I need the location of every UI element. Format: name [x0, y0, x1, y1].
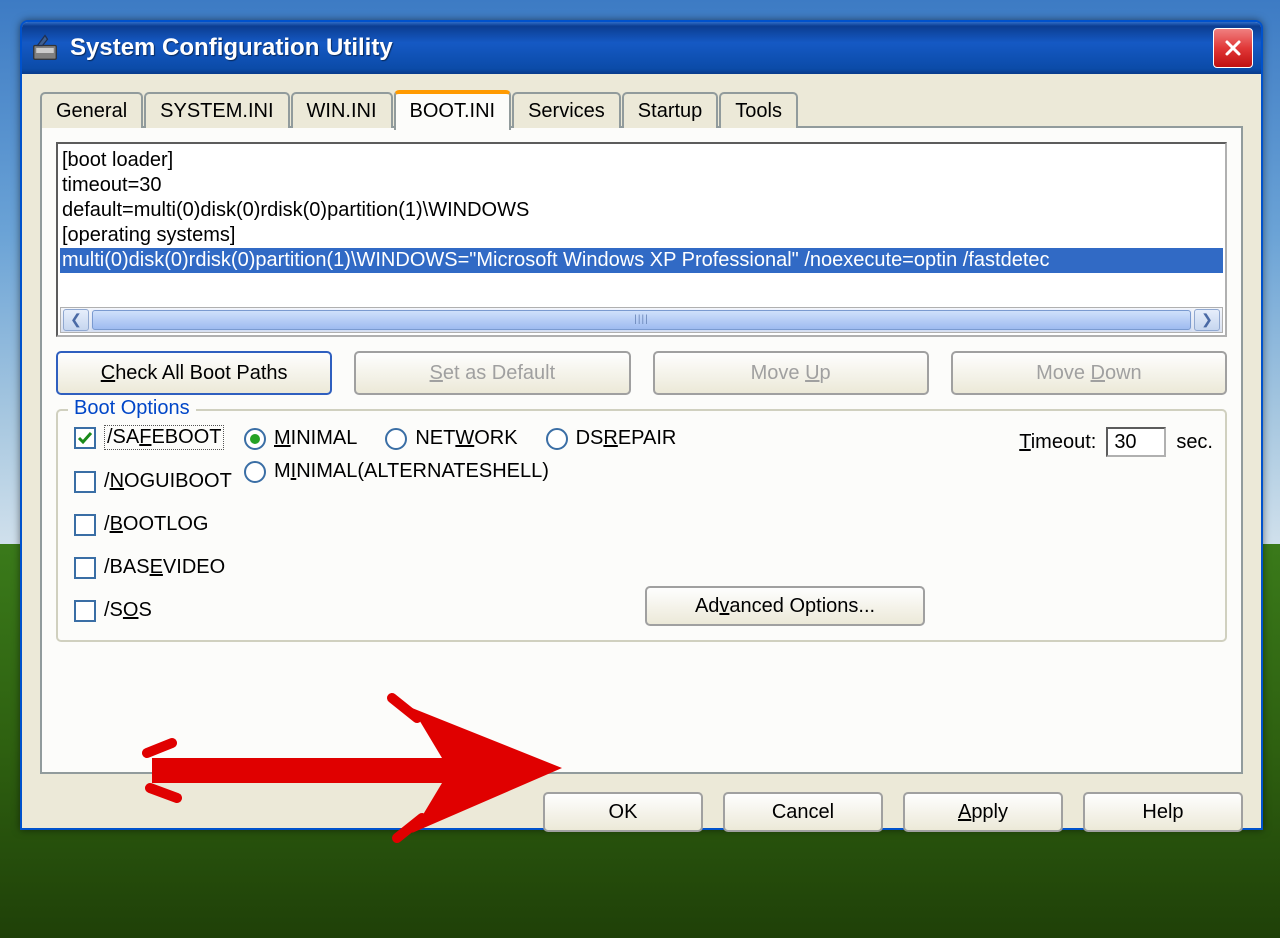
noguiboot-option[interactable]: /NOGUIBOOT: [74, 470, 244, 493]
minimal-alt-option[interactable]: MINIMAL(ALTERNATESHELL): [244, 460, 1209, 483]
scroll-right-arrow[interactable]: ❯: [1194, 309, 1220, 331]
move-up-button: Move Up: [653, 351, 929, 395]
horizontal-scrollbar[interactable]: ❮ |||| ❯: [60, 307, 1223, 333]
bootini-line[interactable]: timeout=30: [60, 173, 1223, 198]
minimal-radio[interactable]: [244, 428, 266, 450]
tab-bootini[interactable]: BOOT.INI: [394, 90, 512, 130]
tab-strip: General SYSTEM.INI WIN.INI BOOT.INI Serv…: [40, 90, 1243, 128]
sos-label: /SOS: [104, 599, 152, 622]
app-icon: [30, 33, 60, 63]
dsrepair-radio[interactable]: [546, 428, 568, 450]
network-label: NETWORK: [415, 427, 517, 450]
basevideo-checkbox[interactable]: [74, 557, 96, 579]
boot-options-group: Boot Options Timeout: sec. /SAFEBOOT: [56, 409, 1227, 642]
network-radio[interactable]: [385, 428, 407, 450]
advanced-options-button[interactable]: Advanced Options...: [645, 586, 925, 626]
minimal-label: MINIMAL: [274, 427, 357, 450]
basevideo-label: /BASEVIDEO: [104, 556, 225, 579]
timeout-unit: sec.: [1176, 431, 1213, 454]
tab-general[interactable]: General: [40, 92, 143, 128]
dialog-buttons: OK Cancel Apply Help: [40, 792, 1243, 832]
window-title: System Configuration Utility: [70, 34, 1213, 62]
safeboot-option[interactable]: /SAFEBOOT: [74, 425, 244, 450]
check-all-boot-paths-button[interactable]: Check All Boot Paths: [56, 351, 332, 395]
scroll-thumb[interactable]: ||||: [92, 310, 1191, 330]
bootlog-checkbox[interactable]: [74, 514, 96, 536]
tab-startup[interactable]: Startup: [622, 92, 718, 128]
tab-winini[interactable]: WIN.INI: [291, 92, 393, 128]
network-option[interactable]: NETWORK: [385, 427, 517, 450]
tab-services[interactable]: Services: [512, 92, 621, 128]
move-down-button: Move Down: [951, 351, 1227, 395]
timeout-label: Timeout:: [1019, 431, 1096, 454]
path-buttons-row: Check All Boot Paths Set as Default Move…: [56, 351, 1227, 395]
scroll-left-arrow[interactable]: ❮: [63, 309, 89, 331]
noguiboot-label: /NOGUIBOOT: [104, 470, 232, 493]
minimal-option[interactable]: MINIMAL: [244, 427, 357, 450]
tab-panel-bootini: [boot loader] timeout=30 default=multi(0…: [40, 126, 1243, 774]
timeout-block: Timeout: sec.: [1019, 427, 1213, 457]
titlebar[interactable]: System Configuration Utility: [22, 22, 1261, 74]
bootlog-label: /BOOTLOG: [104, 513, 208, 536]
bootlog-option[interactable]: /BOOTLOG: [74, 513, 244, 536]
msconfig-window: System Configuration Utility General SYS…: [20, 20, 1263, 830]
ok-button[interactable]: OK: [543, 792, 703, 832]
sos-option[interactable]: /SOS: [74, 599, 244, 622]
noguiboot-checkbox[interactable]: [74, 471, 96, 493]
bootini-line[interactable]: [operating systems]: [60, 223, 1223, 248]
scroll-track[interactable]: ||||: [91, 309, 1192, 331]
basevideo-option[interactable]: /BASEVIDEO: [74, 556, 244, 579]
checkbox-column: /SAFEBOOT /NOGUIBOOT /BOOTLOG /BASE: [74, 425, 244, 622]
bootini-line-selected[interactable]: multi(0)disk(0)rdisk(0)partition(1)\WIND…: [60, 248, 1223, 273]
dialog-body: General SYSTEM.INI WIN.INI BOOT.INI Serv…: [22, 74, 1261, 844]
dsrepair-option[interactable]: DSREPAIR: [546, 427, 677, 450]
help-button[interactable]: Help: [1083, 792, 1243, 832]
safeboot-checkbox[interactable]: [74, 427, 96, 449]
cancel-button[interactable]: Cancel: [723, 792, 883, 832]
safeboot-label: /SAFEBOOT: [104, 425, 224, 450]
timeout-input[interactable]: [1106, 427, 1166, 457]
sos-checkbox[interactable]: [74, 600, 96, 622]
bootini-listbox[interactable]: [boot loader] timeout=30 default=multi(0…: [56, 142, 1227, 337]
tab-tools[interactable]: Tools: [719, 92, 798, 128]
tab-systemini[interactable]: SYSTEM.INI: [144, 92, 289, 128]
close-button[interactable]: [1213, 28, 1253, 68]
minimal-alt-label: MINIMAL(ALTERNATESHELL): [274, 460, 549, 483]
apply-button[interactable]: Apply: [903, 792, 1063, 832]
bootini-line[interactable]: [boot loader]: [60, 148, 1223, 173]
group-title: Boot Options: [68, 397, 196, 420]
bootini-line[interactable]: default=multi(0)disk(0)rdisk(0)partition…: [60, 198, 1223, 223]
minimal-alt-radio[interactable]: [244, 461, 266, 483]
set-as-default-button: Set as Default: [354, 351, 630, 395]
dsrepair-label: DSREPAIR: [576, 427, 677, 450]
